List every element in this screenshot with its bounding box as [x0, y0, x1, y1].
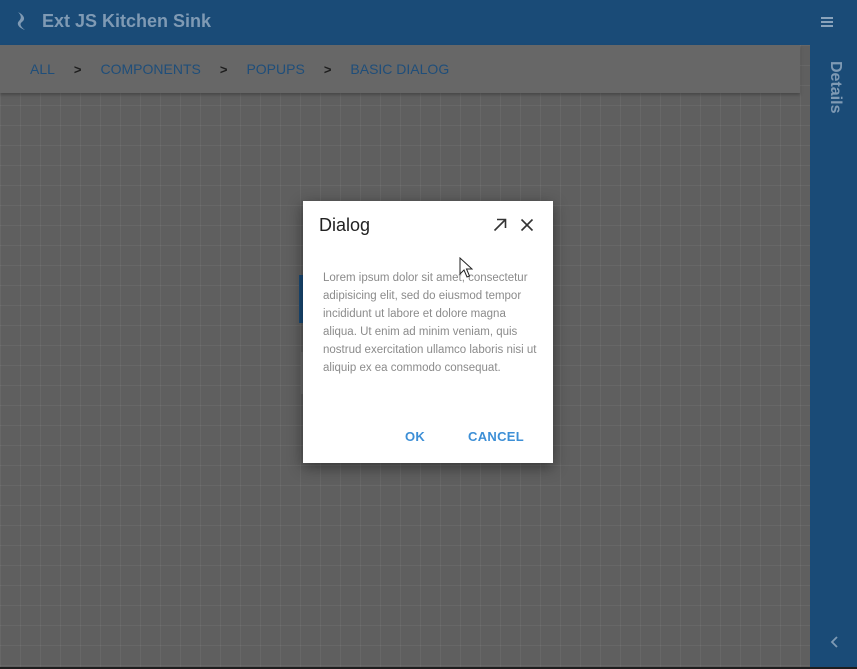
ok-button[interactable]: OK	[405, 429, 425, 444]
breadcrumb-popups[interactable]: POPUPS	[246, 61, 304, 77]
app-title: Ext JS Kitchen Sink	[42, 11, 212, 31]
sencha-logo-icon[interactable]	[14, 11, 30, 31]
basic-dialog: Dialog Lorem ipsum dolor sit amet, conse…	[303, 201, 553, 463]
details-panel[interactable]: Details	[810, 45, 857, 667]
close-icon[interactable]	[519, 217, 535, 233]
breadcrumb: ALL > COMPONENTS > POPUPS > BASIC DIALOG	[0, 45, 800, 93]
dialog-body-text: Lorem ipsum dolor sit amet, consectetur …	[323, 272, 537, 374]
cancel-button[interactable]: CANCEL	[468, 429, 524, 444]
dialog-title: Dialog	[319, 215, 371, 235]
breadcrumb-separator: >	[73, 61, 82, 77]
breadcrumb-components[interactable]: COMPONENTS	[101, 61, 201, 77]
details-panel-title[interactable]: Details	[826, 61, 844, 113]
breadcrumb-separator: >	[219, 61, 228, 77]
breadcrumb-basic-dialog[interactable]: BASIC DIALOG	[350, 61, 449, 77]
arrow-up-right-icon[interactable]	[492, 217, 508, 233]
kitchen-sink-app: Ext JS Kitchen Sink ALL > COMPONENTS > P…	[0, 0, 857, 669]
breadcrumb-all[interactable]: ALL	[30, 61, 55, 77]
hamburger-menu-icon[interactable]	[817, 14, 837, 30]
breadcrumb-separator: >	[323, 61, 332, 77]
title-bar: Ext JS Kitchen Sink	[0, 0, 857, 45]
chevron-left-icon[interactable]	[829, 635, 841, 649]
